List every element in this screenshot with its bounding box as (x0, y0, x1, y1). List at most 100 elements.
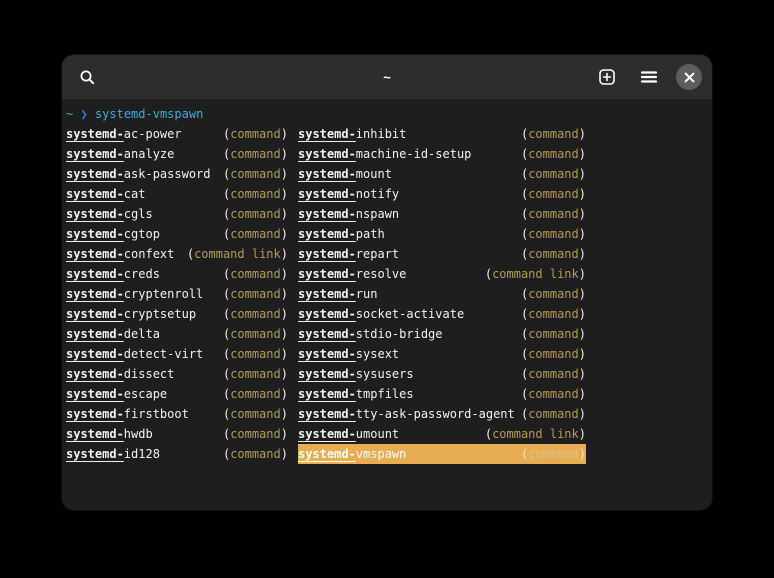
paren-close: ) (579, 207, 586, 221)
completion-name: systemd-confext (66, 244, 174, 264)
completion-name-prefix: systemd- (298, 327, 356, 341)
header-actions (592, 62, 702, 92)
paren-close: ) (281, 207, 288, 221)
completion-name: systemd-umount (298, 424, 399, 444)
paren-close: ) (281, 147, 288, 161)
completion-item-systemd-ac-power[interactable]: systemd-ac-power (command) (66, 124, 288, 144)
completion-name-prefix: systemd- (66, 227, 124, 241)
completion-item-systemd-analyze[interactable]: systemd-analyze (command) (66, 144, 288, 164)
completion-description: (command) (521, 204, 586, 224)
paren-close: ) (281, 227, 288, 241)
completion-item-systemd-inhibit[interactable]: systemd-inhibit (command) (298, 124, 586, 144)
completion-item-systemd-creds[interactable]: systemd-creds (command) (66, 264, 288, 284)
completion-description: (command) (223, 364, 288, 384)
completion-description: (command) (521, 444, 586, 464)
completion-item-systemd-detect-virt[interactable]: systemd-detect-virt (command) (66, 344, 288, 364)
completion-description-text: command (230, 187, 281, 201)
completion-name-suffix: cryptsetup (124, 307, 196, 321)
completion-name-prefix: systemd- (298, 147, 356, 161)
completion-name: systemd-sysusers (298, 364, 414, 384)
paren-open: ( (485, 267, 492, 281)
completion-name: systemd-ac-power (66, 124, 182, 144)
completion-name-prefix: systemd- (298, 387, 356, 401)
new-tab-icon (598, 68, 616, 86)
completion-name-suffix: vmspawn (356, 447, 407, 461)
paren-close: ) (579, 447, 586, 461)
completion-item-systemd-dissect[interactable]: systemd-dissect (command) (66, 364, 288, 384)
terminal-content[interactable]: ~ ❯ systemd-vmspawn systemd-ac-power (co… (62, 99, 712, 464)
completion-item-systemd-sysext[interactable]: systemd-sysext (command) (298, 344, 586, 364)
completion-description: (command) (521, 364, 586, 384)
completion-name-suffix: tty-ask-password-agent (356, 407, 515, 421)
completion-item-systemd-socket-activate[interactable]: systemd-socket-activate (command) (298, 304, 586, 324)
paren-close: ) (579, 347, 586, 361)
completion-item-systemd-cryptenroll[interactable]: systemd-cryptenroll (command) (66, 284, 288, 304)
completion-description-text: command (230, 367, 281, 381)
completion-item-systemd-firstboot[interactable]: systemd-firstboot (command) (66, 404, 288, 424)
completion-name-prefix: systemd- (66, 447, 124, 461)
completion-name-prefix: systemd- (298, 267, 356, 281)
new-tab-button[interactable] (592, 62, 622, 92)
completion-description-text: command (528, 147, 579, 161)
paren-close: ) (579, 307, 586, 321)
completion-item-systemd-cgtop[interactable]: systemd-cgtop (command) (66, 224, 288, 244)
paren-close: ) (281, 347, 288, 361)
completion-item-systemd-path[interactable]: systemd-path (command) (298, 224, 586, 244)
paren-close: ) (281, 387, 288, 401)
close-button[interactable] (676, 64, 702, 90)
completion-name-suffix: socket-activate (356, 307, 464, 321)
completion-item-systemd-ask-password[interactable]: systemd-ask-password (command) (66, 164, 288, 184)
completion-name-suffix: ac-power (124, 127, 182, 141)
completion-item-systemd-escape[interactable]: systemd-escape (command) (66, 384, 288, 404)
completion-item-systemd-machine-id-setup[interactable]: systemd-machine-id-setup (command) (298, 144, 586, 164)
completion-name-prefix: systemd- (66, 367, 124, 381)
completion-item-systemd-repart[interactable]: systemd-repart (command) (298, 244, 586, 264)
completion-item-systemd-resolve[interactable]: systemd-resolve (command link) (298, 264, 586, 284)
search-button[interactable] (72, 62, 102, 92)
completion-description: (command) (223, 124, 288, 144)
desktop-background: ~ (0, 0, 774, 578)
completion-item-systemd-vmspawn[interactable]: systemd-vmspawn (command) (298, 444, 586, 464)
completion-item-systemd-sysusers[interactable]: systemd-sysusers (command) (298, 364, 586, 384)
completion-item-systemd-hwdb[interactable]: systemd-hwdb (command) (66, 424, 288, 444)
completion-description-text: command (230, 327, 281, 341)
completion-name: systemd-repart (298, 244, 399, 264)
completion-item-systemd-run[interactable]: systemd-run (command) (298, 284, 586, 304)
completion-description-text: command (230, 447, 281, 461)
completion-item-systemd-tty-ask-password-agent[interactable]: systemd-tty-ask-password-agent (command) (298, 404, 586, 424)
completion-item-systemd-delta[interactable]: systemd-delta (command) (66, 324, 288, 344)
completion-name-suffix: detect-virt (124, 347, 203, 361)
completion-item-systemd-cgls[interactable]: systemd-cgls (command) (66, 204, 288, 224)
completion-name: systemd-path (298, 224, 385, 244)
completion-item-systemd-cryptsetup[interactable]: systemd-cryptsetup (command) (66, 304, 288, 324)
completion-description: (command) (223, 184, 288, 204)
completion-item-systemd-notify[interactable]: systemd-notify (command) (298, 184, 586, 204)
completion-description-text: command (230, 407, 281, 421)
completion-item-systemd-stdio-bridge[interactable]: systemd-stdio-bridge (command) (298, 324, 586, 344)
completion-item-systemd-umount[interactable]: systemd-umount (command link) (298, 424, 586, 444)
completion-description: (command) (521, 124, 586, 144)
completion-item-systemd-mount[interactable]: systemd-mount (command) (298, 164, 586, 184)
completion-description: (command) (223, 444, 288, 464)
completion-name-suffix: tmpfiles (356, 387, 414, 401)
completion-name-prefix: systemd- (298, 127, 356, 141)
completion-name-prefix: systemd- (298, 367, 356, 381)
completion-description-text: command (230, 127, 281, 141)
completion-item-systemd-cat[interactable]: systemd-cat (command) (66, 184, 288, 204)
completion-name: systemd-tmpfiles (298, 384, 414, 404)
paren-close: ) (281, 167, 288, 181)
completion-name: systemd-ask-password (66, 164, 211, 184)
paren-open: ( (485, 427, 492, 441)
menu-button[interactable] (634, 62, 664, 92)
completion-name: systemd-run (298, 284, 377, 304)
completion-description: (command) (223, 384, 288, 404)
paren-close: ) (579, 227, 586, 241)
paren-close: ) (579, 287, 586, 301)
completion-item-systemd-tmpfiles[interactable]: systemd-tmpfiles (command) (298, 384, 586, 404)
completion-item-systemd-nspawn[interactable]: systemd-nspawn (command) (298, 204, 586, 224)
completion-item-systemd-id128[interactable]: systemd-id128 (command) (66, 444, 288, 464)
completion-item-systemd-confext[interactable]: systemd-confext (command link) (66, 244, 288, 264)
completion-description-text: command (230, 227, 281, 241)
completion-name-suffix: mount (356, 167, 392, 181)
completion-name: systemd-hwdb (66, 424, 153, 444)
